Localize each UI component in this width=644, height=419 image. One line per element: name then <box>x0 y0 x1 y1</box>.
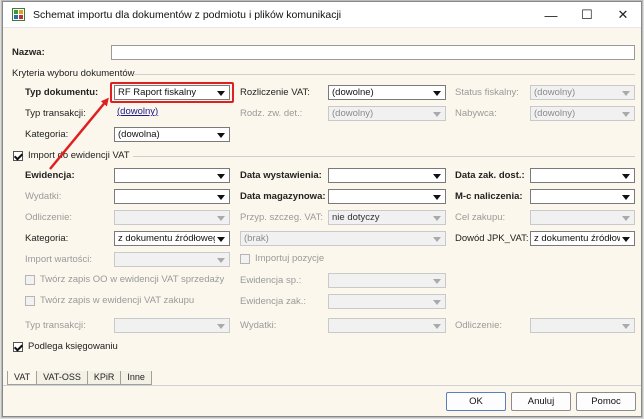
tab-kpir[interactable]: KPiR <box>86 371 122 385</box>
pomoc-button[interactable]: Pomoc <box>576 392 636 411</box>
tab-bar: VAT VAT-OSS KPiR Inne <box>7 371 152 385</box>
ok-button[interactable]: OK <box>446 392 506 411</box>
tab-vat[interactable]: VAT <box>7 371 38 385</box>
tab-inne[interactable]: Inne <box>120 371 152 385</box>
anuluj-button[interactable]: Anuluj <box>511 392 571 411</box>
button-bar: OK Anuluj Pomoc <box>3 385 641 416</box>
tab-vat-oss[interactable]: VAT-OSS <box>36 371 88 385</box>
dialog-window: Schemat importu dla dokumentów z podmiot… <box>2 1 642 417</box>
annotation-arrow-icon <box>49 97 109 170</box>
